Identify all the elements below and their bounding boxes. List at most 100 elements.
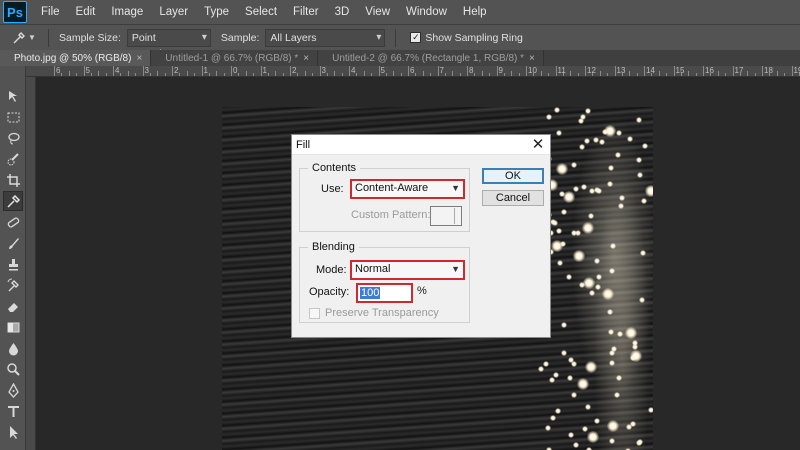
preserve-transparency-checkbox[interactable] (309, 308, 320, 319)
menu-file[interactable]: File (33, 0, 68, 24)
light-reflection (609, 438, 615, 444)
document-tab[interactable]: Untitled-2 @ 66.7% (Rectangle 1, RGB/8) … (318, 50, 544, 66)
tool-eyedropper[interactable] (3, 191, 23, 211)
ruler-tick (341, 73, 343, 76)
menu-type[interactable]: Type (196, 0, 237, 24)
tool-path-selection[interactable] (3, 422, 23, 442)
tool-quick-selection[interactable] (3, 149, 23, 169)
tool-marquee[interactable] (3, 107, 23, 127)
ruler-tick (304, 71, 306, 76)
tool-preset-picker[interactable]: ▼ (10, 28, 38, 48)
eyedropper-icon (13, 31, 26, 43)
menu-help[interactable]: Help (455, 0, 495, 24)
move-icon (8, 90, 17, 102)
tool-healing-brush[interactable] (3, 212, 23, 232)
light-reflection (632, 344, 638, 350)
tool-pen[interactable] (3, 380, 23, 400)
ruler-tick (444, 73, 446, 76)
tool-blur[interactable] (3, 338, 23, 358)
ruler-tick (644, 66, 645, 76)
tool-history-brush[interactable] (3, 275, 23, 295)
custom-pattern-picker[interactable] (430, 206, 462, 226)
ruler-tick (363, 71, 365, 76)
ruler-tick (267, 73, 269, 76)
ruler-tick (791, 66, 793, 76)
light-reflection (561, 322, 567, 328)
mode-label: Mode: (316, 264, 347, 276)
document-tab[interactable]: Untitled-1 @ 66.7% (RGB/8) * × (151, 50, 319, 66)
sample-size-label: Sample Size: (59, 31, 121, 44)
menu-view[interactable]: View (357, 0, 398, 24)
vertical-ruler[interactable] (26, 77, 36, 450)
light-reflection (596, 188, 602, 194)
cancel-button[interactable]: Cancel (482, 190, 544, 206)
close-icon[interactable]: × (529, 51, 535, 66)
ruler-tick (245, 71, 247, 76)
ruler-tick (614, 66, 616, 76)
opacity-input[interactable]: 100 (356, 283, 413, 303)
close-icon[interactable]: × (303, 51, 309, 66)
menu-window[interactable]: Window (398, 0, 455, 24)
tool-clone-stamp[interactable] (3, 254, 23, 274)
light-reflection (610, 243, 616, 249)
ruler-tick (201, 66, 203, 76)
ruler-label: 7 (439, 66, 444, 75)
ok-button[interactable]: OK (482, 168, 544, 184)
path-selection-icon (9, 425, 18, 439)
tool-brush[interactable] (3, 233, 23, 253)
sample-size-select[interactable]: Point Sample (126, 28, 211, 60)
close-icon[interactable]: ✕ (526, 135, 550, 155)
ruler-tick (459, 73, 461, 76)
ruler-tick (312, 73, 314, 76)
menu-edit[interactable]: Edit (68, 0, 104, 24)
tool-eraser[interactable] (3, 296, 23, 316)
tool-type[interactable] (3, 401, 23, 421)
use-dropdown[interactable]: Content-Aware ▼ (350, 179, 465, 199)
light-reflection (626, 424, 632, 430)
menu-image[interactable]: Image (103, 0, 151, 24)
document-tab[interactable]: Photo.jpg @ 50% (RGB/8) × (0, 50, 152, 66)
menu-bar: Ps File Edit Image Layer Type Select Fil… (0, 0, 800, 24)
ruler-tick (216, 71, 218, 76)
menu-filter[interactable]: Filter (285, 0, 327, 24)
ruler-tick (562, 73, 564, 76)
ruler-tick (452, 71, 454, 76)
sample-select[interactable]: All Layers (265, 28, 386, 47)
light-reflection (607, 420, 619, 432)
tool-move[interactable] (3, 86, 23, 106)
menu-3d[interactable]: 3D (327, 0, 358, 24)
options-bar: ▼ Sample Size: Point Sample Sample: All … (0, 24, 800, 60)
light-reflection (568, 432, 574, 438)
ruler-tick (725, 73, 727, 76)
dialog-titlebar[interactable]: Fill ✕ (292, 135, 550, 155)
ruler-tick (422, 71, 424, 76)
light-reflection (546, 114, 552, 120)
menu-select[interactable]: Select (237, 0, 285, 24)
light-reflection (555, 408, 561, 414)
light-reflection (617, 331, 623, 337)
light-reflection (636, 157, 642, 163)
ruler-label: 3 (321, 66, 326, 75)
ruler-tick (408, 66, 409, 76)
ruler-tick (555, 66, 557, 76)
ruler-tick (533, 73, 535, 76)
ruler-tick (710, 73, 712, 76)
tool-dodge[interactable] (3, 359, 23, 379)
tool-lasso[interactable] (3, 128, 23, 148)
light-reflection (554, 107, 560, 113)
ruler-tick (577, 73, 579, 76)
show-sampling-ring-checkbox[interactable]: ✓ (410, 32, 422, 43)
mode-dropdown[interactable]: Normal ▼ (350, 260, 465, 280)
light-reflection (550, 415, 556, 421)
ruler-tick (120, 73, 122, 76)
tool-crop[interactable] (3, 170, 23, 190)
horizontal-ruler[interactable]: 654321012345678910111213141516171819 (36, 66, 800, 77)
close-icon[interactable]: × (136, 51, 142, 66)
menu-layer[interactable]: Layer (151, 0, 196, 24)
ruler-label: 2 (292, 66, 297, 75)
ruler-tick (548, 73, 550, 76)
dodge-icon (6, 362, 20, 376)
tool-gradient[interactable] (3, 317, 23, 337)
ruler-tick (703, 66, 704, 76)
ruler-tick (666, 73, 668, 76)
